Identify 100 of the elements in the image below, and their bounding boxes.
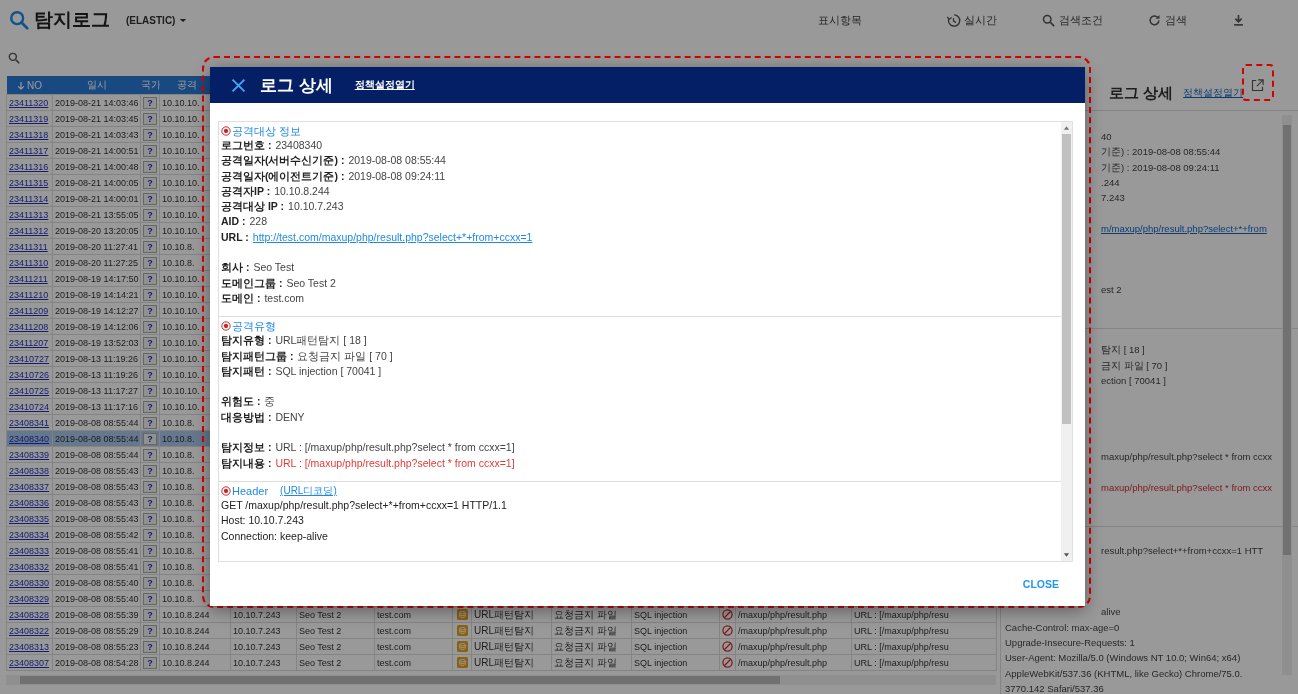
detail-line: Upgrade-Insecure-Requests: 1 (1004, 636, 1135, 650)
scroll-down-icon[interactable] (1063, 552, 1070, 558)
country-flag: ? (143, 608, 157, 621)
country-flag: ? (143, 320, 157, 333)
vertical-scrollbar[interactable] (1061, 122, 1072, 561)
table-cell: 2019-08-08 08:55:43 (55, 513, 139, 524)
table-cell: 10.10.8. (162, 561, 195, 572)
scroll-up-icon[interactable] (1063, 125, 1070, 131)
detail-line: 40 (1100, 130, 1112, 144)
table-cell: 10.10.10. (162, 225, 200, 236)
close-button[interactable]: CLOSE (1016, 572, 1065, 596)
table-cell: 10.10.8. (162, 529, 195, 540)
table-cell: 10.10.10. (162, 193, 200, 204)
source-dropdown[interactable]: (ELASTIC) (124, 12, 190, 28)
close-icon[interactable] (230, 76, 247, 94)
table-cell: 10.10.8. (162, 577, 195, 588)
field-label: 탐지패턴그룹 : (221, 349, 294, 362)
table-cell: 10.10.8. (162, 257, 195, 268)
table-cell: test.com (377, 657, 411, 668)
policy-link[interactable]: 정책설정열기 (1183, 86, 1244, 100)
table-cell: URL : [/maxup/php/resu (854, 625, 949, 636)
field-label: 탐지유형 : (221, 334, 272, 347)
field-label: 공격대상 IP : (221, 200, 285, 213)
field-label: AID : (221, 215, 246, 228)
table-cell: 2019-08-19 14:12:27 (55, 305, 139, 316)
field-label: 공격일자(서버수신기준) : (221, 154, 345, 167)
table-cell: 2019-08-21 14:00:51 (55, 145, 139, 156)
url-link[interactable]: http://test.com/maxup/php/result.php?select+*+from+ccxx=1 (252, 230, 533, 243)
external-link-icon[interactable] (1250, 78, 1265, 93)
country-flag: ? (143, 512, 157, 525)
table-cell: 2019-08-19 14:17:50 (55, 273, 139, 284)
table-cell: 2019-08-08 08:55:44 (55, 433, 139, 444)
search-icon[interactable] (7, 51, 21, 65)
horizontal-scrollbar[interactable] (6, 675, 996, 685)
table-cell: Seo Test 2 (299, 625, 342, 636)
table-cell: 2019-08-21 14:03:43 (55, 129, 139, 140)
table-cell: 2019-08-21 14:00:05 (55, 177, 139, 188)
country-flag: ? (143, 96, 157, 109)
table-cell: 10.10.7.243 (233, 625, 281, 636)
country-flag: ? (143, 304, 157, 317)
section-title: 공격유형 (232, 318, 276, 334)
table-cell: 10.10.10. (162, 321, 200, 332)
realtime-button[interactable]: 실시간 (944, 10, 999, 30)
table-cell: 2019-08-13 11:19:26 (55, 353, 138, 364)
policy-link[interactable]: 정책설정열기 (354, 78, 415, 92)
field-label: 공격자IP : (221, 184, 271, 197)
field-value: URL : [/maxup/php/result.php?select * from ccxx=1] (275, 456, 515, 469)
table-cell: 10.10.7.243 (233, 641, 281, 652)
country-flag: ? (143, 640, 157, 653)
country-flag: ? (143, 288, 157, 301)
table-cell: /maxup/php/result.php (738, 625, 828, 636)
table-cell: 2019-08-19 14:14:21 (55, 289, 139, 300)
table-cell: 요청금지 파일 (554, 640, 617, 652)
detail-line: 기준) : 2019-08-08 08:55:44 (1100, 145, 1221, 160)
country-flag: ? (143, 448, 157, 461)
table-cell: /maxup/php/result.php (738, 609, 828, 620)
field-label: 도메인 : (221, 291, 261, 304)
display-items-button[interactable]: 표시항목 (816, 10, 864, 30)
table-cell: test.com (377, 625, 411, 636)
search-button[interactable]: 검색 (1145, 10, 1189, 30)
field-value: 2019-08-08 08:55:44 (348, 154, 446, 167)
table-cell: 10.10.8.244 (162, 625, 210, 636)
field-value: 2019-08-08 09:24:11 (348, 169, 446, 182)
table-cell: 2019-08-21 14:00:48 (55, 161, 139, 172)
field-value: URL : [/maxup/php/result.php?select * from ccxx=1] (275, 441, 515, 454)
detail-line: ection [ 70041 ] (1100, 373, 1166, 388)
detail-line: .244 (1100, 175, 1120, 190)
country-flag: ? (143, 416, 157, 429)
detail-line: 기준) : 2019-08-08 09:24:11 (1100, 160, 1220, 175)
table-cell: 10.10.10. (162, 97, 200, 108)
field-label: 회사 : (221, 261, 250, 274)
highlight-frame (1242, 64, 1274, 101)
caret-icon (179, 17, 188, 23)
table-cell: 10.10.10. (162, 289, 200, 300)
table-cell: 10.10.10. (162, 161, 200, 172)
table-cell: 10.10.8. (162, 449, 195, 460)
country-flag: ? (143, 128, 157, 141)
table-cell: URL패턴탐지 (474, 608, 534, 620)
table-cell: 2019-08-08 08:55:41 (55, 545, 139, 556)
table-cell: 10.10.10. (162, 353, 200, 364)
table-cell: 10.10.10. (162, 273, 200, 284)
detail-line: User-Agent: Mozilla/5.0 (Windows NT 10.0; Win64; x64) (1004, 651, 1241, 666)
vertical-scrollbar[interactable] (1282, 115, 1292, 675)
url-link[interactable]: m/maxup/php/result.php?select+*+from (1097, 220, 1267, 237)
detail-line: AppleWebKit/537.36 (KHTML, like Gecko) Chrome/75.0. (1004, 666, 1243, 681)
table-cell: 2019-08-08 08:54:28 (55, 657, 139, 668)
table-cell: 2019-08-08 08:55:43 (55, 465, 139, 476)
table-cell: 10.10.8. (162, 433, 195, 444)
section-title: 공격대상 정보 (232, 123, 302, 139)
search-criteria-button[interactable]: 검색조건 (1039, 10, 1105, 30)
decode-link[interactable]: (URL디코딩) (280, 483, 337, 498)
field-value: test.com (264, 291, 305, 304)
table-cell: SQL injection (634, 625, 688, 636)
country-flag: ? (143, 112, 157, 125)
country-flag: ? (143, 560, 157, 573)
field-value: 10.10.7.243 (288, 200, 344, 213)
field-label: 탐지정보 : (221, 441, 272, 454)
table-cell: 2019-08-13 11:19:26 (55, 369, 138, 380)
column-header: 공격 (176, 79, 197, 90)
radio-icon (221, 321, 231, 332)
